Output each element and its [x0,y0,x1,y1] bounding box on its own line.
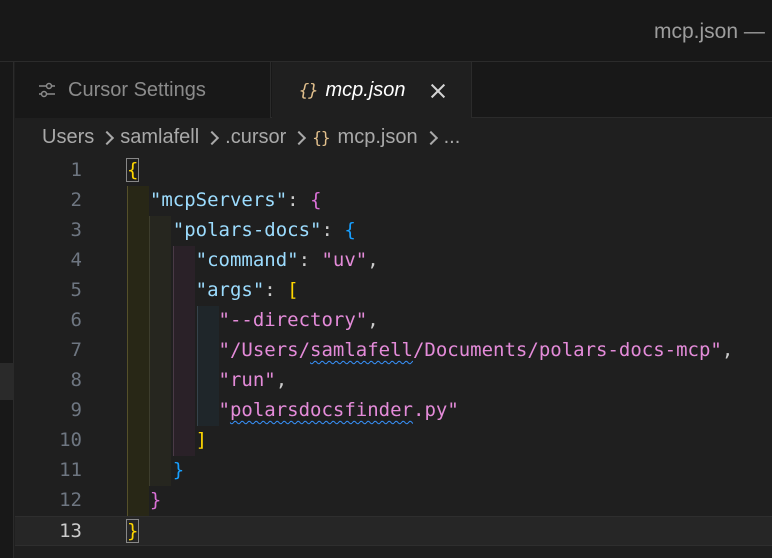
line-number: 1 [70,159,82,181]
code-text: "polars-docs": { [127,219,356,241]
code-text: ] [127,429,207,451]
brace: { [310,189,322,211]
code-line: 9 "polarsdocsfinder.py" [15,396,772,426]
tab-label: Cursor Settings [68,78,206,101]
colon: : [298,249,322,271]
json-string: "--directory" [218,309,368,331]
comma: , [367,249,379,271]
chevron-right-icon [100,130,114,144]
brace: { [344,219,356,241]
brace: } [149,489,162,511]
line-number: 4 [70,249,82,271]
comma: , [367,309,379,331]
code-line: 11 } [15,456,772,486]
json-string: .py" [413,399,459,421]
code-line-current: 13 } [15,516,772,546]
code-line: 8 "run", [15,366,772,396]
line-number: 6 [70,309,82,331]
json-key: "polars-docs" [172,219,322,241]
code-line: 7 "/Users/samlafell/Documents/polars-doc… [15,336,772,366]
line-number: 2 [70,189,82,211]
settings-sliders-icon [36,79,58,101]
code-text: "command": "uv", [127,249,379,271]
activity-bar-edge [0,62,14,558]
chevron-right-icon [205,130,219,144]
bracket: ] [195,429,208,451]
line-number: 5 [70,279,82,301]
line-number: 11 [59,459,82,481]
brace: } [172,459,185,481]
spelling-warning-text[interactable]: polarsdocsfinder [230,399,413,421]
line-number: 8 [70,369,82,391]
json-string: /Documents/polars-docs-mcp" [412,339,722,361]
bracket: [ [287,279,299,301]
breadcrumb-item-users[interactable]: Users [42,126,94,149]
tab-mcp-json[interactable]: {} mcp.json [272,62,472,119]
chevron-right-icon [424,130,438,144]
line-number: 9 [70,399,82,421]
spelling-warning-text[interactable]: samlafell [310,339,413,361]
breadcrumb-item-samlafell[interactable]: samlafell [120,126,199,149]
code-text: { [125,158,140,182]
code-line: 4 "command": "uv", [15,246,772,276]
code-text: } [127,459,184,481]
line-number: 12 [59,489,82,511]
code-text: "--directory", [127,309,379,331]
code-editor[interactable]: 1 { 2 "mcpServers": { 3 "polars-docs": {… [15,156,772,558]
json-string: "uv" [321,249,368,271]
tab-bar: Cursor Settings {} mcp.json [15,62,772,119]
window-title: mcp.json — [654,20,765,43]
line-number: 3 [70,219,82,241]
chevron-right-icon [292,130,306,144]
breadcrumb-item-cursor[interactable]: .cursor [225,126,286,149]
code-line: 1 { [15,156,772,186]
colon: : [287,189,311,211]
json-string: "/Users/ [218,339,311,361]
code-line: 10 ] [15,426,772,456]
line-number: 13 [59,520,82,542]
json-braces-icon: {} [312,127,330,147]
json-key: "mcpServers" [149,189,288,211]
breadcrumb: Users samlafell .cursor {} mcp.json ... [15,118,772,156]
json-key: "command" [195,249,299,271]
colon: : [264,279,288,301]
activity-bar-active-marker [0,363,14,400]
tab-cursor-settings[interactable]: Cursor Settings [15,62,271,118]
close-icon[interactable] [428,81,448,101]
brace: } [125,519,140,543]
breadcrumb-item-mcp-json[interactable]: mcp.json [338,126,418,149]
code-text: "mcpServers": { [127,189,322,211]
code-text: "/Users/samlafell/Documents/polars-docs-… [127,339,734,361]
code-text: "args": [ [127,279,299,301]
code-text: } [127,489,161,511]
json-key: "args" [195,279,265,301]
line-number: 10 [59,429,82,451]
json-string: " [218,399,230,421]
code-text: "run", [127,369,288,391]
json-braces-icon: {} [299,80,319,101]
code-line: 6 "--directory", [15,306,772,336]
comma: , [721,339,734,361]
code-line: 5 "args": [ [15,276,772,306]
title-bar: mcp.json — [0,0,772,62]
line-number: 7 [70,339,82,361]
colon: : [321,219,345,241]
code-line: 3 "polars-docs": { [15,216,772,246]
brace: { [125,158,140,182]
code-text: } [125,519,140,543]
code-line: 2 "mcpServers": { [15,186,772,216]
tab-label: mcp.json [325,79,406,101]
code-line: 12 } [15,486,772,516]
breadcrumb-item-more[interactable]: ... [444,126,461,149]
code-text: "polarsdocsfinder.py" [127,399,459,421]
json-string: "run" [218,369,276,391]
comma: , [275,369,288,391]
